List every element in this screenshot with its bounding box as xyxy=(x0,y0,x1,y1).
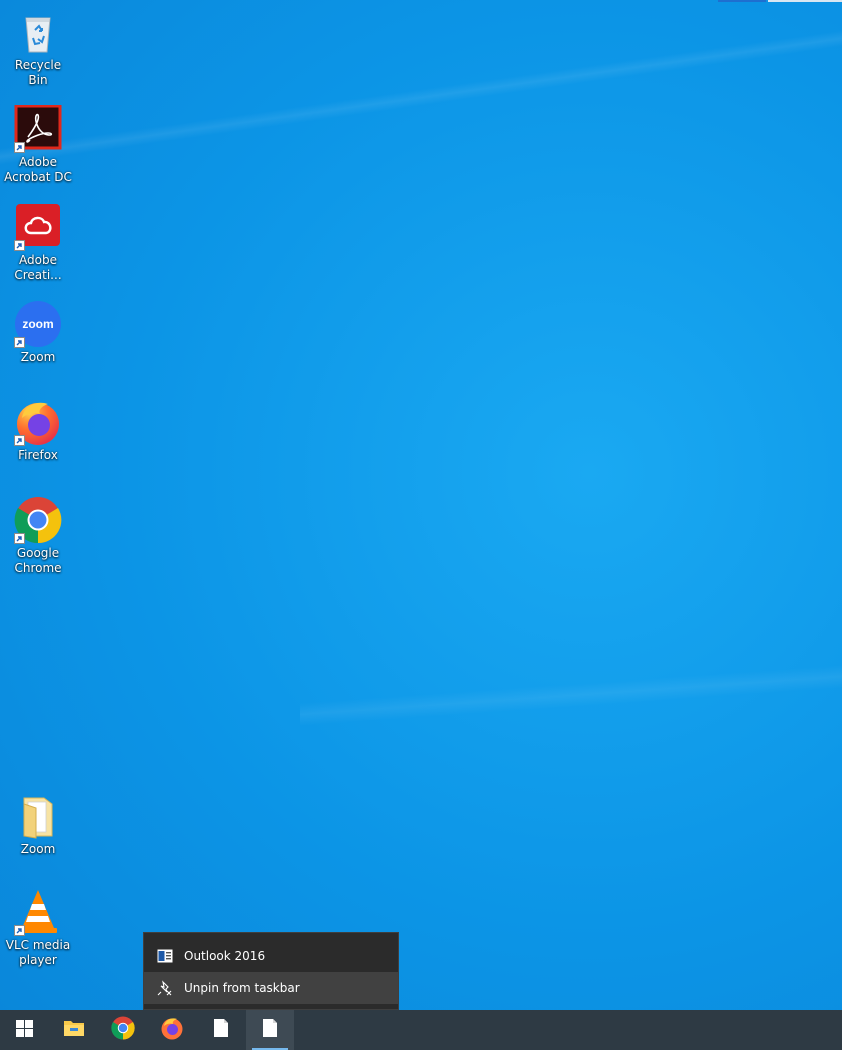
shortcut-arrow-icon xyxy=(14,240,25,251)
desktop-icon-label: VLC media player xyxy=(5,938,71,967)
taskbar-chrome-button[interactable] xyxy=(99,1010,147,1050)
jump-list-item-outlook-2016[interactable]: Outlook 2016 xyxy=(144,940,398,972)
start-button[interactable] xyxy=(0,1010,48,1050)
desktop-icon-label: Zoom xyxy=(20,842,56,856)
taskbar-document-button-active[interactable] xyxy=(246,1010,294,1050)
desktop-icon-label: Recycle Bin xyxy=(14,58,62,87)
recycle-bin-icon xyxy=(14,8,62,56)
blank-document-icon xyxy=(213,1018,229,1042)
firefox-icon xyxy=(160,1016,184,1044)
chrome-icon xyxy=(14,496,62,544)
desktop-icon-google-chrome[interactable]: Google Chrome xyxy=(4,496,72,576)
chrome-icon xyxy=(111,1016,135,1044)
desktop-icon-adobe-creative-cloud[interactable]: Adobe Creati... xyxy=(4,203,72,283)
desktop-icon-label: Adobe Creati... xyxy=(14,253,62,282)
desktop-icon-label: Adobe Acrobat DC xyxy=(4,155,72,184)
desktop-icon-firefox[interactable]: Firefox xyxy=(4,398,72,463)
outlook-icon xyxy=(156,947,174,965)
desktop: Recycle Bin Adobe Acrobat DC Adobe Creat… xyxy=(0,0,842,1050)
zoom-icon: zoom xyxy=(14,300,62,348)
firefox-icon xyxy=(14,398,62,446)
taskbar-firefox-button[interactable] xyxy=(148,1010,196,1050)
taskbar xyxy=(0,1010,842,1050)
jump-list-item-label: Unpin from taskbar xyxy=(184,981,300,995)
unpin-icon xyxy=(156,979,174,997)
window-edge xyxy=(768,0,842,2)
jump-list-item-unpin-from-taskbar[interactable]: Unpin from taskbar xyxy=(144,972,398,1004)
windows-start-icon xyxy=(15,1019,33,1041)
desktop-icon-zoom-folder[interactable]: Zoom xyxy=(4,792,72,857)
taskbar-document-button[interactable] xyxy=(197,1010,245,1050)
desktop-icon-adobe-acrobat[interactable]: Adobe Acrobat DC xyxy=(4,104,72,185)
wallpaper-light-beam xyxy=(0,0,842,220)
shortcut-arrow-icon xyxy=(14,337,25,348)
shortcut-arrow-icon xyxy=(14,435,25,446)
desktop-icon-zoom[interactable]: zoom Zoom xyxy=(4,300,72,365)
shortcut-arrow-icon xyxy=(14,533,25,544)
desktop-icon-recycle-bin[interactable]: Recycle Bin xyxy=(4,8,72,88)
taskbar-jump-list: Outlook 2016 Unpin from taskbar xyxy=(143,932,399,1010)
desktop-icon-label: Firefox xyxy=(18,448,58,462)
taskbar-file-explorer-button[interactable] xyxy=(50,1010,98,1050)
adobe-creative-cloud-icon xyxy=(14,203,62,251)
shortcut-arrow-icon xyxy=(14,925,25,936)
desktop-icon-label: Zoom xyxy=(20,350,56,364)
desktop-icon-vlc[interactable]: VLC media player xyxy=(4,888,72,968)
file-explorer-icon xyxy=(63,1019,85,1041)
window-edge xyxy=(718,0,766,2)
blank-document-icon xyxy=(262,1018,278,1042)
desktop-icon-label: Google Chrome xyxy=(14,546,62,575)
adobe-acrobat-icon xyxy=(14,104,62,153)
shortcut-arrow-icon xyxy=(14,142,25,153)
jump-list-item-label: Outlook 2016 xyxy=(184,949,266,963)
svg-text:zoom: zoom xyxy=(22,317,53,331)
folder-icon xyxy=(14,792,62,840)
wallpaper-light-beam xyxy=(300,600,842,780)
vlc-icon xyxy=(14,888,62,936)
